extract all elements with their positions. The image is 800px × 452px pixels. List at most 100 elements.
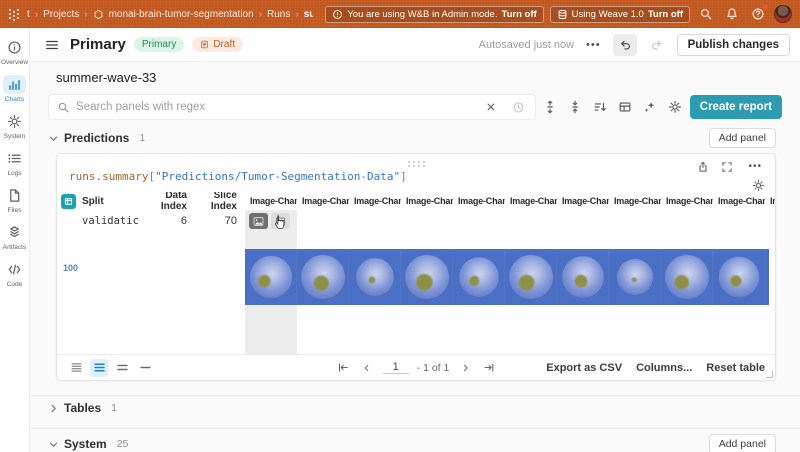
column-header-image-channel[interactable]: Image-Channe [557,196,609,206]
history-icon[interactable] [508,97,529,118]
image-cell[interactable] [401,249,453,305]
user-avatar[interactable] [774,5,792,23]
brain-mri-thumbnail [718,256,759,298]
export-panel-icon[interactable] [696,160,710,174]
column-header-split[interactable]: Split [79,196,143,207]
cell-slice-index[interactable]: 70 [195,215,245,227]
publish-changes-button[interactable]: Publish changes [676,33,790,56]
row-height-tall-icon[interactable] [113,359,131,377]
image-cell[interactable] [713,249,765,305]
image-cell[interactable] [609,249,661,305]
section-system-header: System 25 Add panel [30,428,800,452]
undo-button[interactable] [612,33,637,56]
wandb-logo-icon[interactable] [8,8,21,21]
column-header-image-channel[interactable]: Image-Channe [609,196,661,206]
panel-resize-handle[interactable] [766,371,773,378]
chevron-down-icon[interactable] [48,439,59,450]
column-header-image-channel[interactable]: Image-Channe [349,196,401,206]
breadcrumb-item-entity[interactable]: t [27,9,30,20]
breadcrumb-item-projects[interactable]: Projects [43,9,79,20]
column-header-image-channel[interactable]: Image-Channe [297,196,349,206]
add-panel-button[interactable]: Add panel [708,128,776,148]
project-icon [93,9,104,20]
reset-table-link[interactable]: Reset table [706,362,765,374]
redo-button[interactable] [645,34,669,56]
image-band [245,249,769,305]
cell-split[interactable]: validatic [79,215,143,227]
sort-icon[interactable] [590,97,611,118]
magic-sparkle-icon[interactable] [640,97,661,118]
image-overlay-button[interactable] [271,213,290,229]
panel-layout-icon[interactable] [615,97,636,118]
search-icon[interactable] [696,4,716,24]
notifications-bell-icon[interactable] [722,4,742,24]
column-header-image-channel[interactable]: Image-Channe [713,196,765,206]
export-csv-link[interactable]: Export as CSV [546,362,622,374]
workspace-settings-gear-icon[interactable] [665,97,686,118]
page-number-input[interactable] [382,361,409,374]
predictions-table-panel: ••• runs.summary["Predictions/Tumor-Segm… [56,153,776,381]
prev-page-icon[interactable] [359,360,375,376]
image-cell[interactable] [349,249,401,305]
add-panel-button[interactable]: Add panel [708,434,776,452]
menu-hamburger-icon[interactable] [42,35,62,55]
column-header-image-channel[interactable]: Image-Channe [661,196,713,206]
sidebar-item-code[interactable]: Code [0,260,29,288]
sidebar-item-system[interactable]: System [0,112,29,140]
step-label: 100 [63,263,79,273]
panel-settings-gear-icon[interactable] [752,179,765,192]
image-view-button[interactable] [249,213,268,229]
chevron-down-icon[interactable] [48,133,59,144]
last-page-icon[interactable] [481,360,497,376]
clear-search-icon[interactable] [481,97,502,118]
row-height-full-icon[interactable] [136,359,154,377]
column-header-image-channel[interactable]: Image-Channe [765,196,775,206]
breadcrumb-item-run[interactable]: summer-wave-33 [304,9,314,20]
help-icon[interactable] [748,4,768,24]
column-header-image-channel[interactable]: Image-Channe [245,196,297,206]
panel-overflow-menu[interactable]: ••• [744,159,766,174]
row-height-medium-icon[interactable] [90,358,108,377]
draft-doc-icon [201,40,209,49]
weave-turn-off-button[interactable]: Turn off [648,9,683,20]
column-header-data-index[interactable]: Data Index [143,192,195,212]
column-header-image-channel[interactable]: Image-Channe [401,196,453,206]
row-height-compact-icon[interactable] [67,359,85,377]
sidebar-item-files[interactable]: Files [0,186,29,214]
sidebar-item-charts[interactable]: Charts [0,75,29,103]
cell-image-actions [245,213,297,229]
next-page-icon[interactable] [457,360,473,376]
admin-turn-off-button[interactable]: Turn off [501,9,536,20]
columns-link[interactable]: Columns... [636,362,692,374]
sidebar-item-overview[interactable]: Overview [0,38,29,66]
first-page-icon[interactable] [335,360,351,376]
image-cell[interactable] [557,249,609,305]
collapse-all-icon[interactable] [565,97,586,118]
breadcrumb-item-runs[interactable]: Runs [267,9,290,20]
main-content: summer-wave-33 Search panels with regex … [30,62,800,452]
expand-all-icon[interactable] [540,97,561,118]
table-selection-icon[interactable] [60,193,76,209]
image-cell[interactable] [297,249,349,305]
fullscreen-icon[interactable] [720,160,734,174]
table-footer: - 1 of 1 Export as CSV Columns... Reset … [57,354,775,380]
overflow-menu-button[interactable]: ••• [582,37,605,53]
cell-data-index[interactable]: 6 [143,215,195,227]
image-cell[interactable] [245,249,297,305]
breadcrumb-item-project[interactable]: monai-brain-tumor-segmentation [109,9,254,20]
create-report-button[interactable]: Create report [689,95,782,119]
drag-handle[interactable] [406,160,426,167]
column-header-image-channel[interactable]: Image-Channe [505,196,557,206]
sidebar-item-artifacts[interactable]: Artifacts [0,223,29,251]
image-cell[interactable] [505,249,557,305]
chevron-right-icon[interactable] [48,403,59,414]
table-row[interactable]: validatic 6 70 [57,210,775,232]
panel-actions: ••• [696,159,766,174]
image-cell[interactable] [661,249,713,305]
search-input[interactable] [76,101,475,113]
image-cell[interactable] [453,249,505,305]
column-header-slice-index[interactable]: Slice Index [195,192,245,212]
column-header-image-channel[interactable]: Image-Channe [453,196,505,206]
sidebar-item-logs[interactable]: Logs [0,149,29,177]
table-body: validatic 6 70 100 [57,210,775,356]
